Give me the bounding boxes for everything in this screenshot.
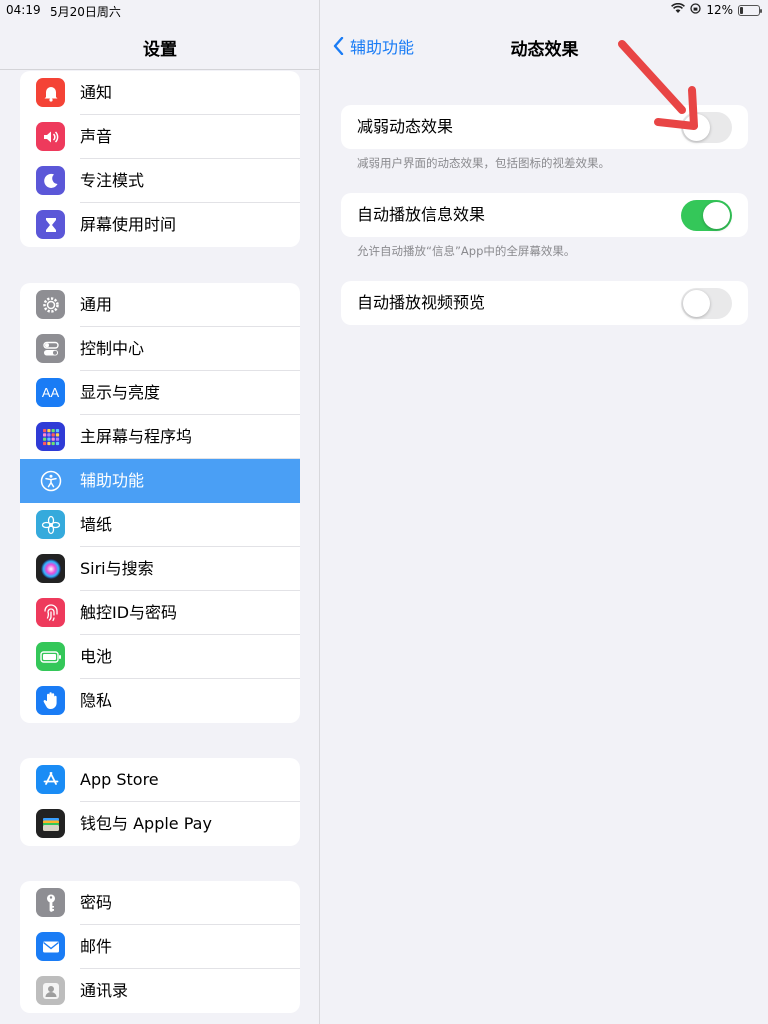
hourglass-icon <box>36 210 65 239</box>
sidebar-item[interactable]: 邮件 <box>20 925 300 969</box>
sidebar-item-label: 邮件 <box>80 937 113 956</box>
accessibility-icon <box>36 466 65 495</box>
text-size-icon: AA <box>36 378 65 407</box>
bell-icon <box>36 78 65 107</box>
reduce-motion-footer: 减弱用户界面的动态效果，包括图标的视差效果。 <box>357 156 610 170</box>
orientation-lock-icon <box>690 3 701 17</box>
fingerprint-icon <box>36 598 65 627</box>
wallet-icon <box>36 809 65 838</box>
sidebar-item[interactable]: App Store <box>20 758 300 802</box>
sidebar-item-label: 通知 <box>80 83 113 102</box>
key-icon <box>36 888 65 917</box>
sidebar-item-label: 屏幕使用时间 <box>80 215 177 234</box>
auto-play-video-previews-label: 自动播放视频预览 <box>357 293 486 312</box>
settings-group: 通知声音专注模式屏幕使用时间 <box>20 71 300 247</box>
switches-icon <box>36 334 65 363</box>
grid-icon <box>36 422 65 451</box>
auto-play-message-effects-label: 自动播放信息效果 <box>357 205 486 224</box>
battery-icon <box>36 642 65 671</box>
auto-play-video-previews-toggle[interactable] <box>681 288 732 319</box>
sidebar-item[interactable]: 控制中心 <box>20 327 300 371</box>
sidebar-item[interactable]: 主屏幕与程序坞 <box>20 415 300 459</box>
sidebar-item[interactable]: AA 显示与亮度 <box>20 371 300 415</box>
battery-icon <box>738 4 762 16</box>
sidebar-item[interactable]: 通用 <box>20 283 300 327</box>
appstore-icon <box>36 765 65 794</box>
sidebar-item[interactable]: 辅助功能 <box>20 459 300 503</box>
wifi-icon <box>671 2 686 17</box>
sidebar-item[interactable]: 电池 <box>20 635 300 679</box>
sidebar-item-label: 主屏幕与程序坞 <box>80 427 193 446</box>
reduce-motion-label: 减弱动态效果 <box>357 117 454 136</box>
sidebar-title: 设置 <box>143 40 177 60</box>
siri-icon <box>36 554 65 583</box>
status-bar: 04:19 5月20日周六 12% <box>0 0 768 20</box>
sidebar-item-label: 辅助功能 <box>80 471 145 490</box>
auto-play-message-effects-toggle[interactable] <box>681 200 732 231</box>
status-time: 04:19 <box>6 3 41 17</box>
sidebar-item[interactable]: 触控ID与密码 <box>20 591 300 635</box>
auto-play-message-effects-row: 自动播放信息效果 <box>341 193 748 237</box>
sidebar-item[interactable]: 墙纸 <box>20 503 300 547</box>
sidebar-item-label: 显示与亮度 <box>80 383 161 402</box>
sidebar-item-label: Siri与搜索 <box>80 559 154 578</box>
sidebar-item[interactable]: 专注模式 <box>20 159 300 203</box>
sidebar-item[interactable]: 声音 <box>20 115 300 159</box>
sidebar-item[interactable]: 通讯录 <box>20 969 300 1013</box>
moon-icon <box>36 166 65 195</box>
sidebar-item[interactable]: 屏幕使用时间 <box>20 203 300 247</box>
sidebar-item[interactable]: 隐私 <box>20 679 300 723</box>
status-date: 5月20日周六 <box>50 5 121 19</box>
sidebar-item-label: 钱包与 Apple Pay <box>80 814 212 833</box>
sidebar-item-label: 墙纸 <box>80 515 113 534</box>
sidebar-item[interactable]: Siri与搜索 <box>20 547 300 591</box>
sidebar-item-label: 声音 <box>80 127 113 146</box>
sidebar-item[interactable]: 通知 <box>20 71 300 115</box>
sidebar-item-label: 触控ID与密码 <box>80 603 178 622</box>
gear-icon <box>36 290 65 319</box>
sidebar-item-label: 隐私 <box>80 691 113 710</box>
settings-group: 密码 邮件 通讯录 <box>20 881 300 1013</box>
auto-play-video-previews-row: 自动播放视频预览 <box>341 281 748 325</box>
hand-icon <box>36 686 65 715</box>
motion-detail-pane: 辅助功能 动态效果 减弱动态效果 减弱用户界面的动态效果，包括图标的视差效果。 … <box>321 0 768 1024</box>
sidebar-item[interactable]: 钱包与 Apple Pay <box>20 802 300 846</box>
mail-icon <box>36 932 65 961</box>
sidebar-item-label: 密码 <box>80 893 113 912</box>
sidebar-item-label: 电池 <box>80 647 113 666</box>
sidebar-item-label: 通用 <box>80 295 113 314</box>
status-right: 12% <box>671 2 762 17</box>
auto-play-message-effects-footer: 允许自动播放“信息”App中的全屏幕效果。 <box>357 244 576 258</box>
flower-icon <box>36 510 65 539</box>
sidebar-item-label: 通讯录 <box>80 981 129 1000</box>
battery-percent: 12% <box>706 3 733 17</box>
sidebar-item-label: 控制中心 <box>80 339 145 358</box>
sidebar-item-label: App Store <box>80 770 159 789</box>
contacts-icon <box>36 976 65 1005</box>
speaker-icon <box>36 122 65 151</box>
sidebar-item-label: 专注模式 <box>80 171 145 190</box>
annotation-arrow-icon <box>618 40 698 130</box>
settings-group: 通用控制中心 AA 显示与亮度主屏幕与程序坞 辅助功能墙纸 Siri与搜索触控ID与密码… <box>20 283 300 723</box>
sidebar-item[interactable]: 密码 <box>20 881 300 925</box>
settings-group: App Store 钱包与 Apple Pay <box>20 758 300 846</box>
settings-sidebar: 设置 通知声音专注模式屏幕使用时间 通用控制中心 AA 显示与亮度主屏幕与程序坞 辅助功… <box>0 0 320 1024</box>
